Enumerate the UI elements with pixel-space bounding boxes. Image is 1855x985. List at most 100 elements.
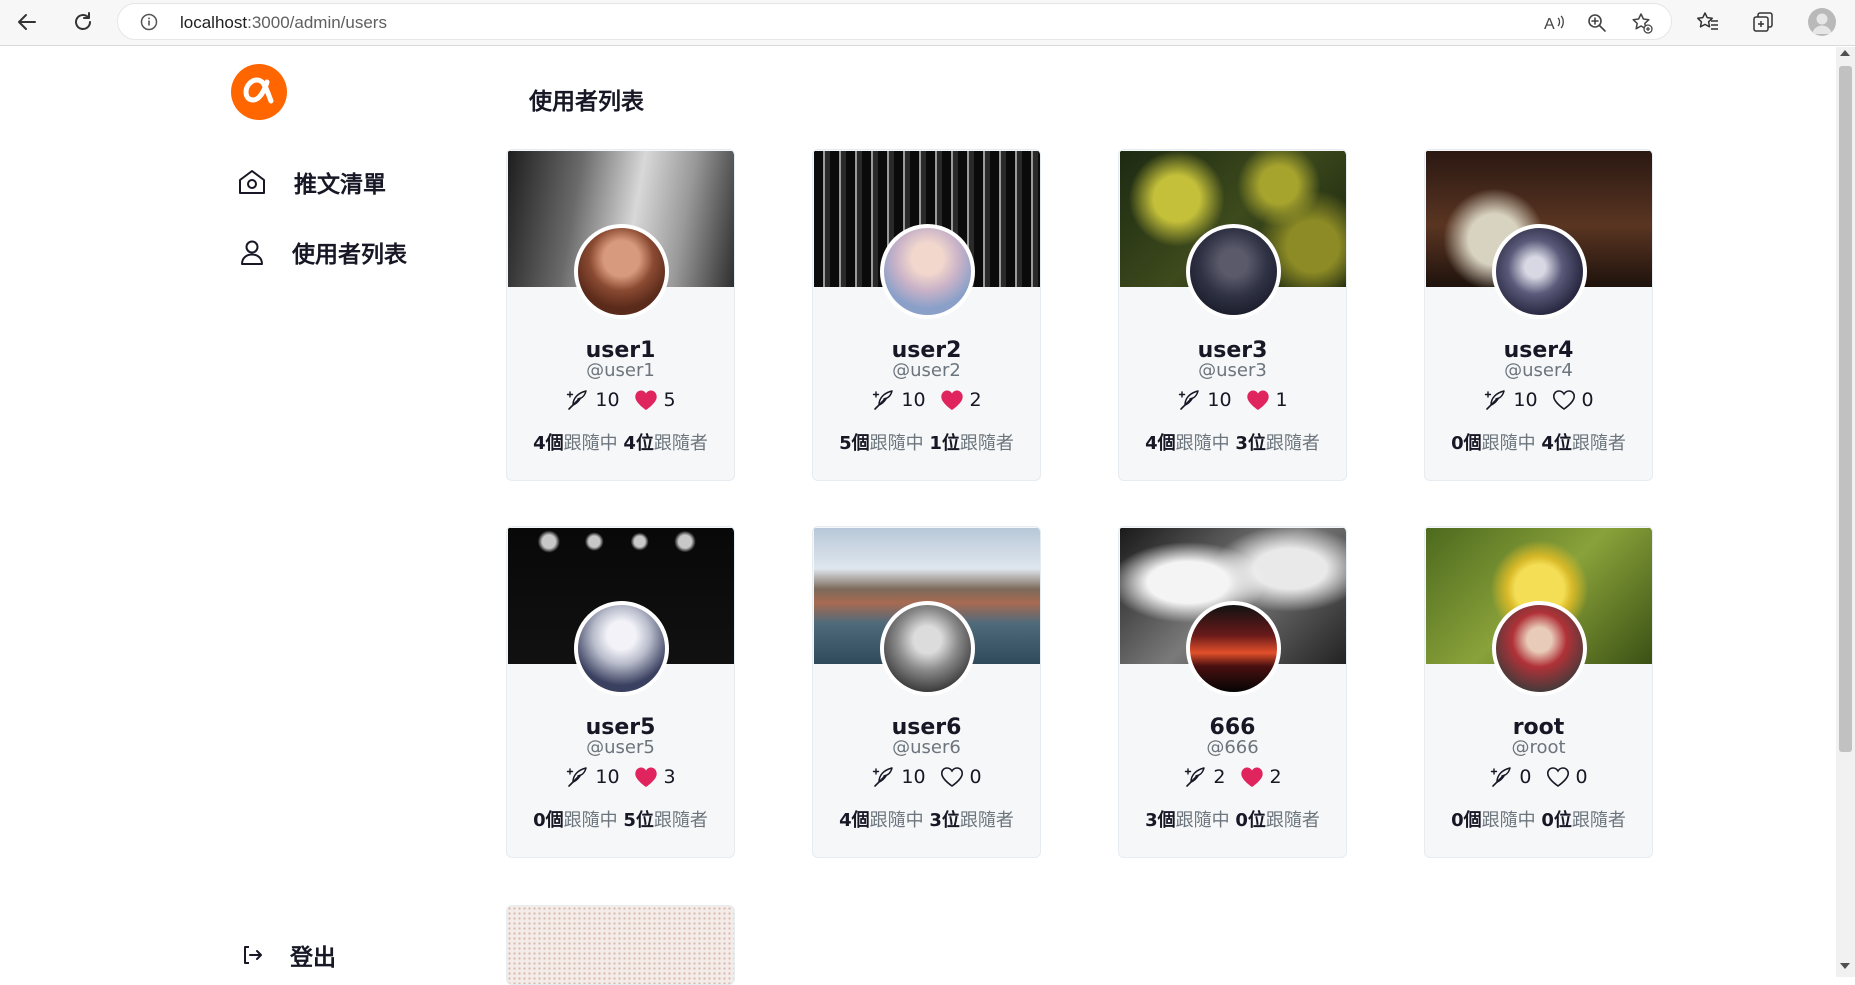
following-unit: 個 xyxy=(1463,810,1482,831)
followers-label: 跟隨者 xyxy=(959,433,1014,454)
heart-outline-icon xyxy=(940,767,963,787)
logout-button[interactable]: 登出 xyxy=(230,935,336,975)
avatar[interactable] xyxy=(1492,601,1587,696)
like-count: 0 xyxy=(969,766,982,788)
avatar[interactable] xyxy=(1186,224,1281,319)
sidebar-item-label: 使用者列表 xyxy=(292,242,407,268)
sidebar-item-users[interactable]: 使用者列表 xyxy=(230,232,407,272)
user-card[interactable]: user5 @user5 10 3 0個跟隨中 5位跟隨者 xyxy=(506,526,735,858)
url-path: :3000/admin/users xyxy=(247,13,387,32)
user-handle: @user6 xyxy=(892,737,961,758)
collections-icon[interactable] xyxy=(1749,8,1777,36)
user-handle: @user5 xyxy=(586,737,655,758)
user-stats: 00 xyxy=(1425,765,1652,789)
page-title: 使用者列表 xyxy=(529,89,644,115)
following-count: 0 xyxy=(533,810,546,831)
tweet-count: 0 xyxy=(1519,766,1532,788)
heart-filled-icon xyxy=(1240,767,1263,787)
avatar[interactable] xyxy=(880,224,975,319)
user-card-partial[interactable] xyxy=(506,905,735,985)
following-unit: 個 xyxy=(1157,810,1176,831)
zoom-icon[interactable] xyxy=(1585,11,1609,35)
scroll-down-arrow-icon[interactable] xyxy=(1840,963,1850,969)
followers-unit: 位 xyxy=(635,810,654,831)
add-favorite-icon[interactable] xyxy=(1630,11,1654,35)
tweet-feather-icon xyxy=(873,390,894,410)
followers-count: 5 xyxy=(623,810,636,831)
avatar[interactable] xyxy=(574,601,669,696)
tweet-feather-icon xyxy=(1185,767,1206,787)
followers-count: 3 xyxy=(1235,433,1248,454)
following-count: 4 xyxy=(839,810,852,831)
back-icon[interactable] xyxy=(12,7,42,37)
following-label: 跟隨中 xyxy=(869,433,924,454)
svg-text:A: A xyxy=(1544,16,1555,33)
follow-stats: 0個跟隨中 5位跟隨者 xyxy=(507,806,734,832)
tweet-feather-icon xyxy=(1179,390,1200,410)
like-count: 0 xyxy=(1581,389,1594,411)
user-card[interactable]: root @root 0 0 0個跟隨中 0位跟隨者 xyxy=(1424,526,1653,858)
followers-count: 3 xyxy=(929,810,942,831)
user-card[interactable]: 666 @666 2 2 3個跟隨中 0位跟隨者 xyxy=(1118,526,1347,858)
following-unit: 個 xyxy=(851,433,870,454)
favorites-icon[interactable] xyxy=(1694,8,1722,36)
user-card[interactable]: user6 @user6 10 0 4個跟隨中 3位跟隨者 xyxy=(812,526,1041,858)
user-stats: 10 0 xyxy=(1425,388,1652,412)
profile-avatar-icon[interactable] xyxy=(1808,8,1836,36)
avatar[interactable] xyxy=(574,224,669,319)
user-card[interactable]: user4 @user4 10 0 0個跟隨中 4位跟隨者 xyxy=(1424,149,1653,481)
followers-unit: 位 xyxy=(941,433,960,454)
user-handle: @user2 xyxy=(892,360,961,381)
heart-outline-icon xyxy=(1552,390,1575,410)
followers-label: 跟隨者 xyxy=(1265,810,1320,831)
user-stats: 10 3 xyxy=(507,765,734,789)
user-card[interactable]: user2 @user2 10 2 5個跟隨中 1位跟隨者 xyxy=(812,149,1041,481)
followers-unit: 位 xyxy=(1553,433,1572,454)
heart-filled-icon xyxy=(634,767,657,787)
logout-icon xyxy=(230,935,274,975)
heart-filled-icon xyxy=(940,390,963,410)
sidebar-item-tweets[interactable]: 推文清單 xyxy=(230,162,386,202)
follow-stats: 5個跟隨中 1位跟隨者 xyxy=(813,429,1040,455)
user-handle: @user4 xyxy=(1504,360,1573,381)
user-handle: @user1 xyxy=(586,360,655,381)
user-card[interactable]: user1 @user1 10 5 4個跟隨中 4位跟隨者 xyxy=(506,149,735,481)
following-label: 跟隨中 xyxy=(1175,810,1230,831)
avatar[interactable] xyxy=(880,601,975,696)
site-info-icon[interactable] xyxy=(140,13,158,31)
user-handle: @666 xyxy=(1206,737,1259,758)
tweet-count: 10 xyxy=(595,766,620,788)
followers-label: 跟隨者 xyxy=(653,433,708,454)
following-count: 5 xyxy=(839,433,852,454)
user-stats: 10 5 xyxy=(507,388,734,412)
follow-stats: 3個跟隨中 0位跟隨者 xyxy=(1119,806,1346,832)
following-unit: 個 xyxy=(545,433,564,454)
user-card[interactable]: user3 @user3 10 1 4個跟隨中 3位跟隨者 xyxy=(1118,149,1347,481)
following-label: 跟隨中 xyxy=(1481,433,1536,454)
address-bar[interactable]: localhost:3000/admin/users A xyxy=(117,3,1672,40)
followers-label: 跟隨者 xyxy=(1571,433,1626,454)
scroll-up-arrow-icon[interactable] xyxy=(1840,50,1850,56)
read-aloud-icon[interactable]: A xyxy=(1542,11,1566,35)
user-icon xyxy=(230,232,274,272)
avatar[interactable] xyxy=(1492,224,1587,319)
brand-logo-icon[interactable] xyxy=(229,62,289,122)
url-host: localhost xyxy=(180,13,248,32)
followers-unit: 位 xyxy=(635,433,654,454)
user-stats: 10 0 xyxy=(813,765,1040,789)
following-count: 4 xyxy=(1145,433,1158,454)
following-unit: 個 xyxy=(1157,433,1176,454)
tweet-count: 10 xyxy=(901,766,926,788)
followers-label: 跟隨者 xyxy=(1571,810,1626,831)
avatar[interactable] xyxy=(1186,601,1281,696)
follow-stats: 4個跟隨中 4位跟隨者 xyxy=(507,429,734,455)
tweet-count: 10 xyxy=(1207,389,1232,411)
tweet-feather-icon xyxy=(1491,767,1512,787)
url-text[interactable]: localhost:3000/admin/users xyxy=(180,13,387,33)
heart-outline-icon xyxy=(1546,767,1569,787)
heart-filled-icon xyxy=(1246,390,1269,410)
followers-label: 跟隨者 xyxy=(959,810,1014,831)
following-count: 0 xyxy=(1451,810,1464,831)
page-scrollbar-thumb[interactable] xyxy=(1839,66,1852,752)
reload-icon[interactable] xyxy=(68,7,98,37)
